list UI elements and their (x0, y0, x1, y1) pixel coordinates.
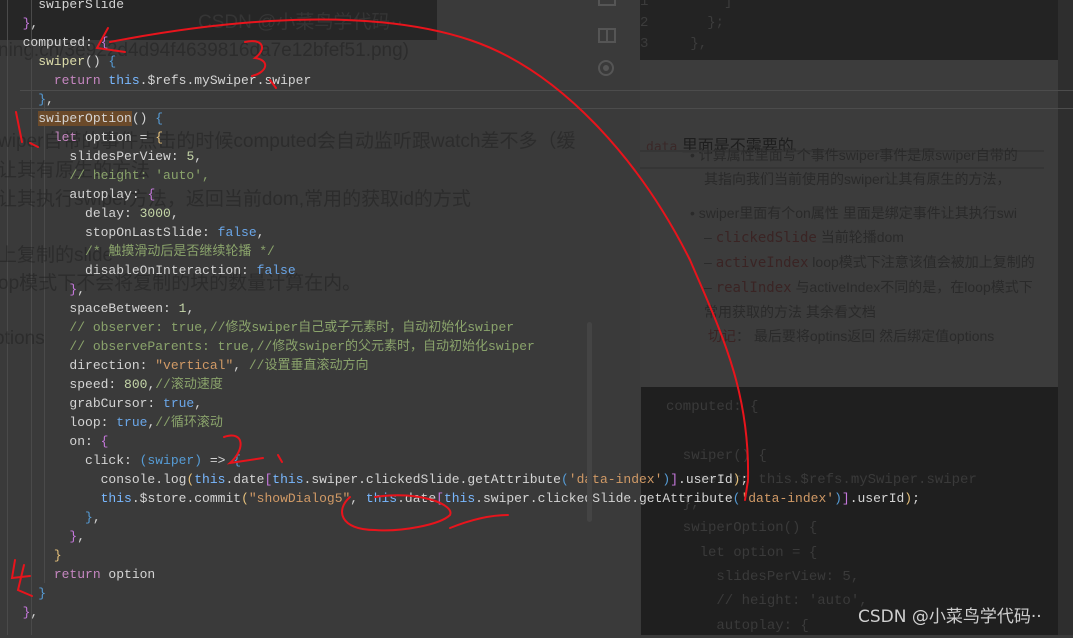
hand-drawn-annotations (10, 18, 750, 597)
number-3-mark (244, 40, 277, 89)
arrow-curve (109, 18, 750, 501)
number-1-mark (15, 111, 39, 148)
circle-mark (341, 494, 452, 532)
number-2-mark (223, 434, 283, 465)
number-4-mark (10, 559, 33, 597)
underline-mark (449, 514, 509, 529)
